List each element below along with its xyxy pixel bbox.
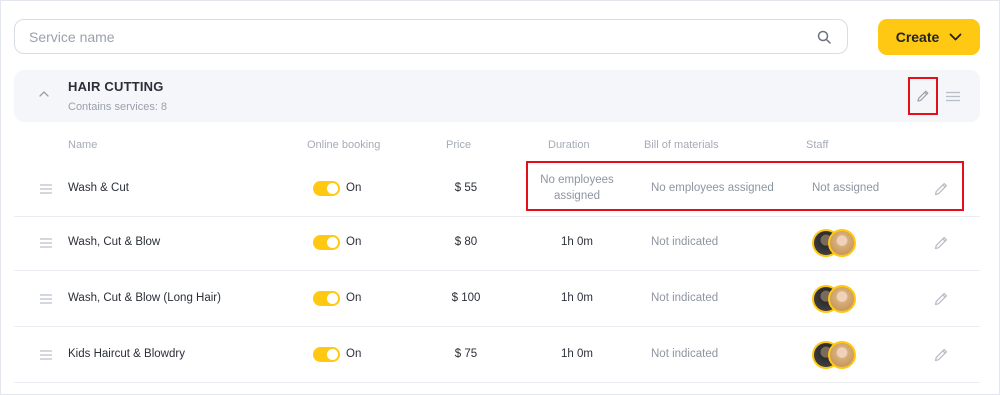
row-divider — [14, 382, 980, 383]
table-row[interactable]: Kids Haircut & Blowdry On $ 75 1h 0m Not… — [14, 327, 980, 383]
column-header-price: Price — [446, 139, 472, 151]
service-name: Wash & Cut — [68, 182, 129, 194]
online-booking-toggle[interactable] — [313, 291, 340, 306]
search-input[interactable] — [15, 20, 847, 53]
pencil-icon — [917, 90, 929, 102]
avatar[interactable] — [828, 229, 856, 257]
column-header-name: Name — [68, 139, 98, 151]
table-row[interactable]: Wash, Cut & Blow On $ 80 1h 0m Not indic… — [14, 215, 980, 271]
service-name: Wash, Cut & Blow (Long Hair) — [68, 292, 221, 304]
table-row[interactable]: Wash, Cut & Blow (Long Hair) On $ 100 1h… — [14, 271, 980, 327]
column-header-bill-of-materials: Bill of materials — [644, 139, 719, 151]
drag-handle-icon[interactable] — [40, 294, 52, 304]
service-price: $ 80 — [454, 236, 478, 248]
service-price: $ 100 — [451, 292, 481, 304]
table-row[interactable]: Wash & Cut On $ 55 No employees assigned… — [14, 161, 980, 217]
service-bill-of-materials: Not indicated — [651, 292, 719, 304]
online-booking-label: On — [346, 292, 362, 304]
pencil-icon[interactable] — [933, 181, 949, 197]
category-header: HAIR CUTTING Contains services: 8 — [14, 70, 980, 122]
toggle-knob — [327, 237, 338, 248]
toggle-knob — [327, 183, 338, 194]
menu-icon[interactable] — [946, 91, 960, 102]
service-name: Kids Haircut & Blowdry — [68, 348, 185, 360]
service-price: $ 75 — [454, 348, 478, 360]
create-button-label: Create — [895, 29, 940, 45]
avatar[interactable] — [828, 285, 856, 313]
create-button[interactable]: Create — [878, 19, 980, 55]
pencil-icon[interactable] — [933, 235, 949, 251]
online-booking-label: On — [346, 236, 362, 248]
chevron-down-icon — [949, 33, 962, 41]
staff-avatars[interactable] — [812, 341, 858, 369]
pencil-icon[interactable] — [933, 291, 949, 307]
online-booking-label: On — [346, 182, 362, 194]
drag-handle-icon[interactable] — [40, 238, 52, 248]
column-header-duration: Duration — [548, 139, 590, 151]
staff-avatars[interactable] — [812, 285, 858, 313]
drag-handle-icon[interactable] — [40, 184, 52, 194]
service-staff: Not assigned — [812, 182, 880, 194]
online-booking-toggle[interactable] — [313, 235, 340, 250]
column-header-online-booking: Online booking — [307, 139, 381, 151]
service-name: Wash, Cut & Blow — [68, 236, 161, 248]
online-booking-toggle[interactable] — [313, 347, 340, 362]
service-bill-of-materials: No employees assigned — [651, 182, 774, 194]
search-icon[interactable] — [817, 30, 831, 44]
toggle-knob — [327, 293, 338, 304]
pencil-icon[interactable] — [933, 347, 949, 363]
chevron-up-icon[interactable] — [38, 90, 50, 98]
category-services-count: Contains services: 8 — [68, 101, 168, 113]
toggle-knob — [327, 349, 338, 360]
service-bill-of-materials: Not indicated — [651, 236, 719, 248]
drag-handle-icon[interactable] — [40, 350, 52, 360]
search-box[interactable] — [14, 19, 848, 54]
category-title: HAIR CUTTING — [68, 79, 164, 94]
service-duration: 1h 0m — [561, 292, 593, 304]
online-booking-toggle[interactable] — [313, 181, 340, 196]
service-price: $ 55 — [454, 182, 478, 194]
service-bill-of-materials: Not indicated — [651, 348, 719, 360]
avatar[interactable] — [828, 341, 856, 369]
category-edit-button[interactable] — [908, 77, 938, 115]
service-duration: No employees assigned — [540, 174, 614, 202]
staff-avatars[interactable] — [812, 229, 858, 257]
service-duration: 1h 0m — [561, 236, 593, 248]
column-header-staff: Staff — [806, 139, 829, 151]
online-booking-label: On — [346, 348, 362, 360]
service-duration: 1h 0m — [561, 348, 593, 360]
